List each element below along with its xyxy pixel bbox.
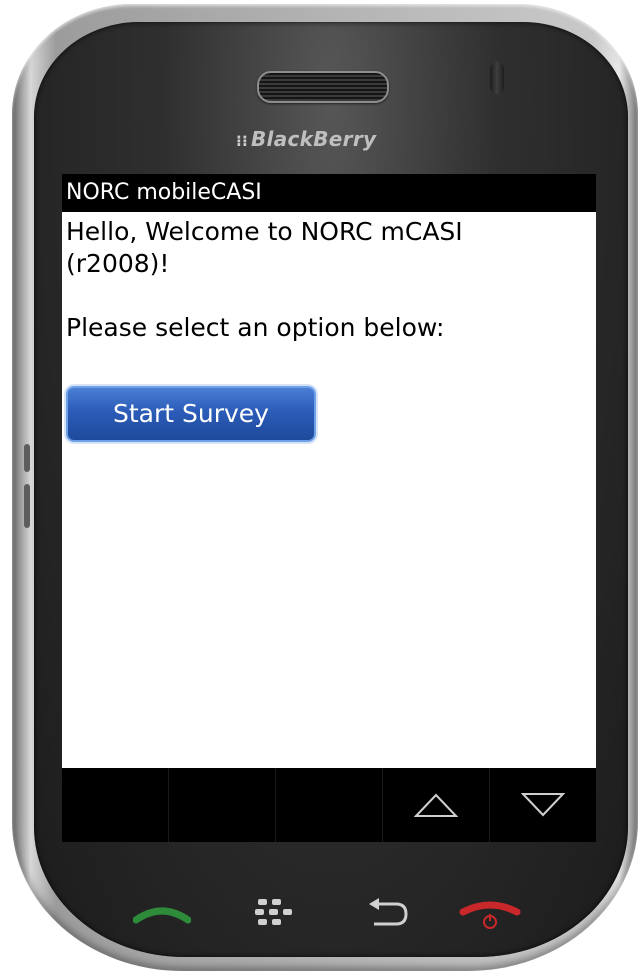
earpiece-speaker [257, 71, 389, 103]
soft-key[interactable] [62, 768, 169, 842]
status-led [490, 62, 504, 94]
end-call-icon[interactable] [459, 898, 521, 932]
welcome-line-1: Hello, Welcome to NORC mCASI [66, 217, 463, 246]
start-survey-button[interactable]: Start Survey [66, 386, 316, 442]
start-survey-label: Start Survey [113, 399, 269, 428]
soft-key[interactable] [276, 768, 383, 842]
blackberry-logo-icon: ⁝⁝ [236, 132, 248, 150]
blackberry-menu-icon[interactable] [252, 896, 298, 932]
up-arrow-icon [414, 793, 458, 817]
brand-logo: ⁝⁝ BlackBerry [236, 127, 376, 151]
side-key[interactable] [24, 484, 30, 528]
down-arrow-icon [521, 793, 565, 817]
scroll-down-key[interactable] [490, 768, 596, 842]
call-icon[interactable] [133, 900, 191, 928]
brand-name: BlackBerry [251, 127, 377, 151]
soft-key[interactable] [169, 768, 276, 842]
hardware-key-row [0, 890, 638, 950]
select-option-prompt: Please select an option below: [66, 313, 445, 342]
welcome-content: Hello, Welcome to NORC mCASI (r2008)! Pl… [62, 212, 596, 344]
welcome-line-2: (r2008)! [66, 249, 170, 278]
scroll-up-key[interactable] [383, 768, 490, 842]
side-key[interactable] [24, 444, 30, 472]
device-screen: NORC mobileCASI Hello, Welcome to NORC m… [62, 174, 596, 842]
back-icon[interactable] [366, 896, 410, 932]
soft-key-bar [62, 768, 596, 842]
app-title-bar: NORC mobileCASI [62, 174, 596, 212]
app-title: NORC mobileCASI [66, 180, 262, 205]
